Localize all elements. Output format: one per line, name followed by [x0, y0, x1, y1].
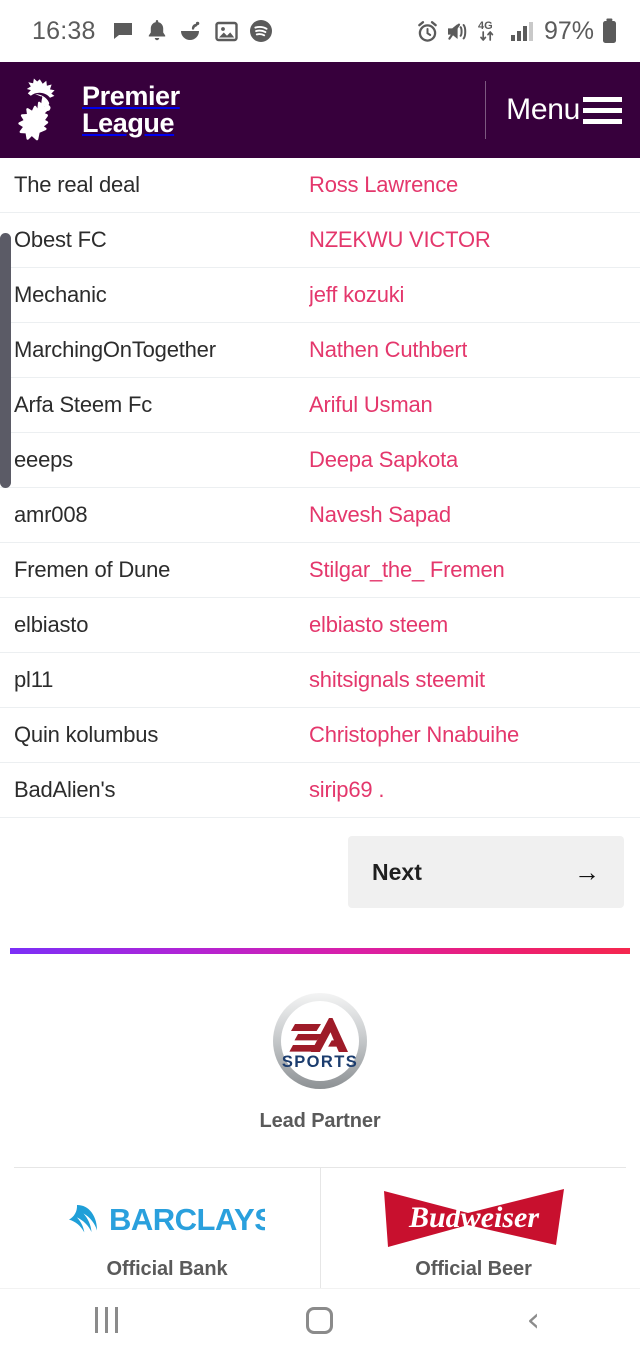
- table-row[interactable]: Quin kolumbus Christopher Nnabuihe: [0, 708, 640, 763]
- table-row[interactable]: The real deal Ross Lawrence: [0, 158, 640, 213]
- nav-recents-button[interactable]: [47, 1289, 167, 1351]
- user-name-cell[interactable]: Christopher Nnabuihe: [309, 722, 519, 748]
- next-button-label: Next: [372, 858, 422, 885]
- premier-league-lion-icon: [14, 77, 70, 143]
- partner-cell-beer[interactable]: Budweiser Official Beer: [320, 1168, 626, 1295]
- recents-icon: [95, 1307, 119, 1333]
- premier-league-logo-link[interactable]: Premier League: [14, 77, 180, 143]
- partner-caption-beer: Official Beer: [415, 1258, 532, 1280]
- alarm-icon: [416, 20, 439, 43]
- team-name-cell: pl11: [14, 667, 54, 692]
- barclays-logo: BARCLAYS: [14, 1190, 320, 1246]
- user-name-cell[interactable]: Stilgar_the_ Fremen: [309, 557, 505, 583]
- user-name-cell[interactable]: jeff kozuki: [309, 282, 404, 308]
- hamburger-icon: [583, 96, 622, 124]
- mute-vibrate-icon: [446, 20, 470, 43]
- premier-league-wordmark: Premier League: [82, 83, 180, 137]
- status-bar-left: 16:38: [32, 17, 273, 46]
- site-header: Premier League Menu: [0, 62, 640, 158]
- team-name-cell: amr008: [14, 502, 88, 527]
- status-bar: 16:38 4G 97%: [0, 0, 640, 62]
- lead-partner-section: SPORTS Lead Partner: [0, 954, 640, 1151]
- next-page-button[interactable]: Next →: [348, 836, 624, 908]
- image-icon: [214, 20, 238, 43]
- bell-icon: [146, 19, 168, 43]
- user-name-cell[interactable]: Deepa Sapkota: [309, 447, 458, 473]
- signal-bars-icon: [510, 20, 534, 43]
- android-nav-bar: ‹: [0, 1288, 640, 1351]
- phone-screen: 16:38 4G 97% Premier League Menu The rea…: [0, 0, 640, 1351]
- table-row[interactable]: Obest FC NZEKWU VICTOR: [0, 213, 640, 268]
- user-name-cell[interactable]: elbiasto steem: [309, 612, 448, 638]
- user-name-cell[interactable]: Ariful Usman: [309, 392, 433, 418]
- partner-grid: BARCLAYS Official Bank Budweiser Officia…: [14, 1167, 626, 1295]
- battery-icon: [601, 18, 618, 44]
- team-name-cell: MarchingOnTogether: [14, 337, 216, 362]
- table-row[interactable]: eeeps Deepa Sapkota: [0, 433, 640, 488]
- 4g-data-icon: 4G: [477, 18, 503, 44]
- lead-partner-caption: Lead Partner: [259, 1110, 381, 1132]
- team-name-cell: Obest FC: [14, 227, 107, 252]
- table-row[interactable]: MarchingOnTogether Nathen Cuthbert: [0, 323, 640, 378]
- svg-text:Budweiser: Budweiser: [407, 1201, 538, 1234]
- brand-line-1: Premier: [82, 81, 180, 111]
- team-name-cell: eeeps: [14, 447, 73, 472]
- table-row[interactable]: pl11 shitsignals steemit: [0, 653, 640, 708]
- team-name-cell: BadAlien's: [14, 777, 116, 802]
- arrow-right-icon: →: [574, 857, 600, 887]
- user-name-cell[interactable]: Navesh Sapad: [309, 502, 451, 528]
- page-scrollbar-thumb[interactable]: [0, 233, 11, 488]
- brand-line-2: League: [82, 108, 175, 138]
- table-row[interactable]: amr008 Navesh Sapad: [0, 488, 640, 543]
- menu-button-label: Menu: [506, 93, 580, 126]
- leaderboard-table: The real deal Ross Lawrence Obest FC NZEKWU…: [0, 158, 640, 818]
- ea-sports-logo[interactable]: SPORTS: [271, 992, 369, 1090]
- pagination-area: Next →: [0, 818, 640, 908]
- header-divider: [485, 81, 487, 139]
- team-name-cell: elbiasto: [14, 612, 89, 637]
- svg-text:SPORTS: SPORTS: [282, 1053, 358, 1071]
- nav-back-button[interactable]: ‹: [473, 1289, 593, 1351]
- team-name-cell: Fremen of Dune: [14, 557, 171, 582]
- table-row[interactable]: Arfa Steem Fc Ariful Usman: [0, 378, 640, 433]
- team-name-cell: Mechanic: [14, 282, 107, 307]
- table-body: The real deal Ross Lawrence Obest FC NZEKWU…: [0, 158, 640, 818]
- user-name-cell[interactable]: shitsignals steemit: [309, 667, 485, 693]
- nav-home-button[interactable]: [260, 1289, 380, 1351]
- team-name-cell: The real deal: [14, 172, 140, 197]
- home-icon: [306, 1306, 334, 1334]
- team-name-cell: Arfa Steem Fc: [14, 392, 152, 417]
- user-name-cell[interactable]: sirip69 .: [309, 777, 384, 803]
- table-row[interactable]: Mechanic jeff kozuki: [0, 268, 640, 323]
- user-name-cell[interactable]: Nathen Cuthbert: [309, 337, 467, 363]
- header-menu-area: Menu: [485, 81, 622, 139]
- table-row[interactable]: Fremen of Dune Stilgar_the_ Fremen: [0, 543, 640, 598]
- battery-percent-label: 97%: [543, 16, 594, 45]
- status-bar-clock: 16:38: [32, 16, 96, 45]
- message-icon: [111, 19, 135, 43]
- spotify-icon: [249, 19, 273, 43]
- user-name-cell[interactable]: Ross Lawrence: [309, 172, 458, 198]
- status-bar-right: 4G 97%: [416, 17, 618, 46]
- budweiser-logo: Budweiser: [321, 1189, 626, 1247]
- partner-cell-bank[interactable]: BARCLAYS Official Bank: [14, 1168, 320, 1295]
- svg-text:4G: 4G: [478, 20, 493, 32]
- menu-button[interactable]: Menu: [506, 93, 622, 127]
- table-row[interactable]: BadAlien's sirip69 .: [0, 763, 640, 818]
- table-row[interactable]: elbiasto elbiasto steem: [0, 598, 640, 653]
- team-name-cell: Quin kolumbus: [14, 722, 159, 747]
- partner-caption-bank: Official Bank: [106, 1258, 228, 1280]
- food-icon: [179, 19, 204, 43]
- user-name-cell[interactable]: NZEKWU VICTOR: [309, 227, 491, 253]
- back-chevron-icon: ‹: [526, 1300, 541, 1340]
- svg-text:BARCLAYS: BARCLAYS: [109, 1202, 265, 1237]
